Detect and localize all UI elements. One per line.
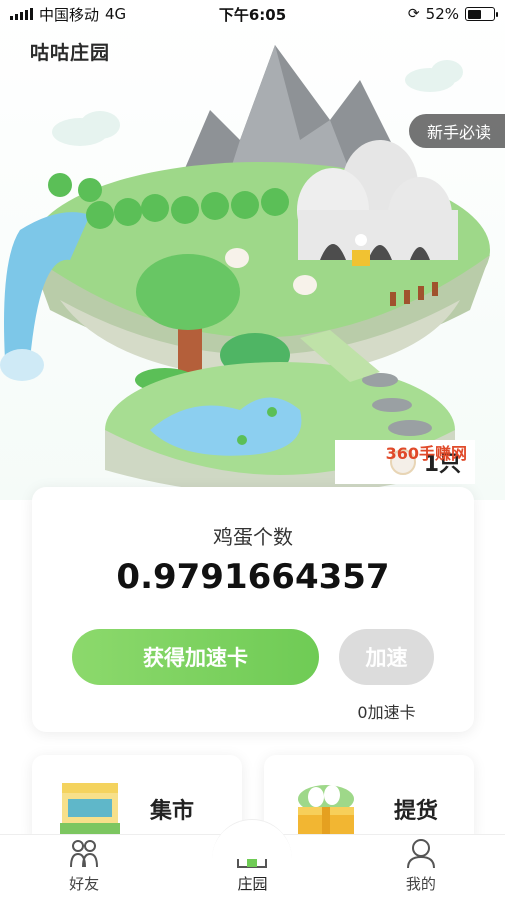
watermark-logo: 360手赚网: [385, 444, 467, 463]
get-speed-card-button[interactable]: 获得加速卡: [72, 629, 319, 685]
network-type: 4G: [105, 5, 127, 23]
farm-island-illustration: [0, 45, 490, 498]
speed-up-button[interactable]: 加速: [339, 629, 434, 685]
market-card[interactable]: 集市: [32, 755, 242, 845]
tab-profile-label: 我的: [405, 875, 436, 893]
profile-icon: [406, 839, 435, 869]
egg-count-value: 0.9791664357: [116, 557, 390, 597]
friends-icon: [70, 840, 99, 868]
speed-card-count: 0加速卡: [357, 703, 416, 722]
pickup-card[interactable]: 提货: [264, 755, 474, 845]
farm-scene[interactable]: 咕咕庄园 新手必读 1只 360手赚网: [0, 0, 505, 500]
battery-percent: 52%: [425, 5, 459, 23]
tab-friends-label: 好友: [69, 875, 100, 893]
tab-farm-label: 庄园: [237, 875, 268, 893]
orientation-lock-icon: ⟳: [407, 6, 420, 22]
egg-count-card: 鸡蛋个数 0.9791664357 获得加速卡 加速 0加速卡: [32, 487, 474, 732]
egg-count-label: 鸡蛋个数: [213, 525, 293, 549]
tab-profile[interactable]: 我的: [337, 835, 505, 900]
carrier-name: 中国移动: [39, 5, 100, 24]
tab-friends[interactable]: 好友: [0, 835, 168, 900]
signal-icon: [10, 8, 33, 20]
status-bar: 中国移动 4G 下午6:05 ⟳ 52%: [0, 0, 505, 28]
beginner-guide-button[interactable]: 新手必读: [408, 114, 505, 148]
bottom-tab-bar: 好友 庄园 我的: [0, 819, 505, 900]
battery-icon: [465, 7, 498, 21]
pickup-label: 提货: [394, 799, 439, 824]
market-label: 集市: [150, 799, 195, 824]
app-logo: 咕咕庄园: [30, 42, 111, 64]
